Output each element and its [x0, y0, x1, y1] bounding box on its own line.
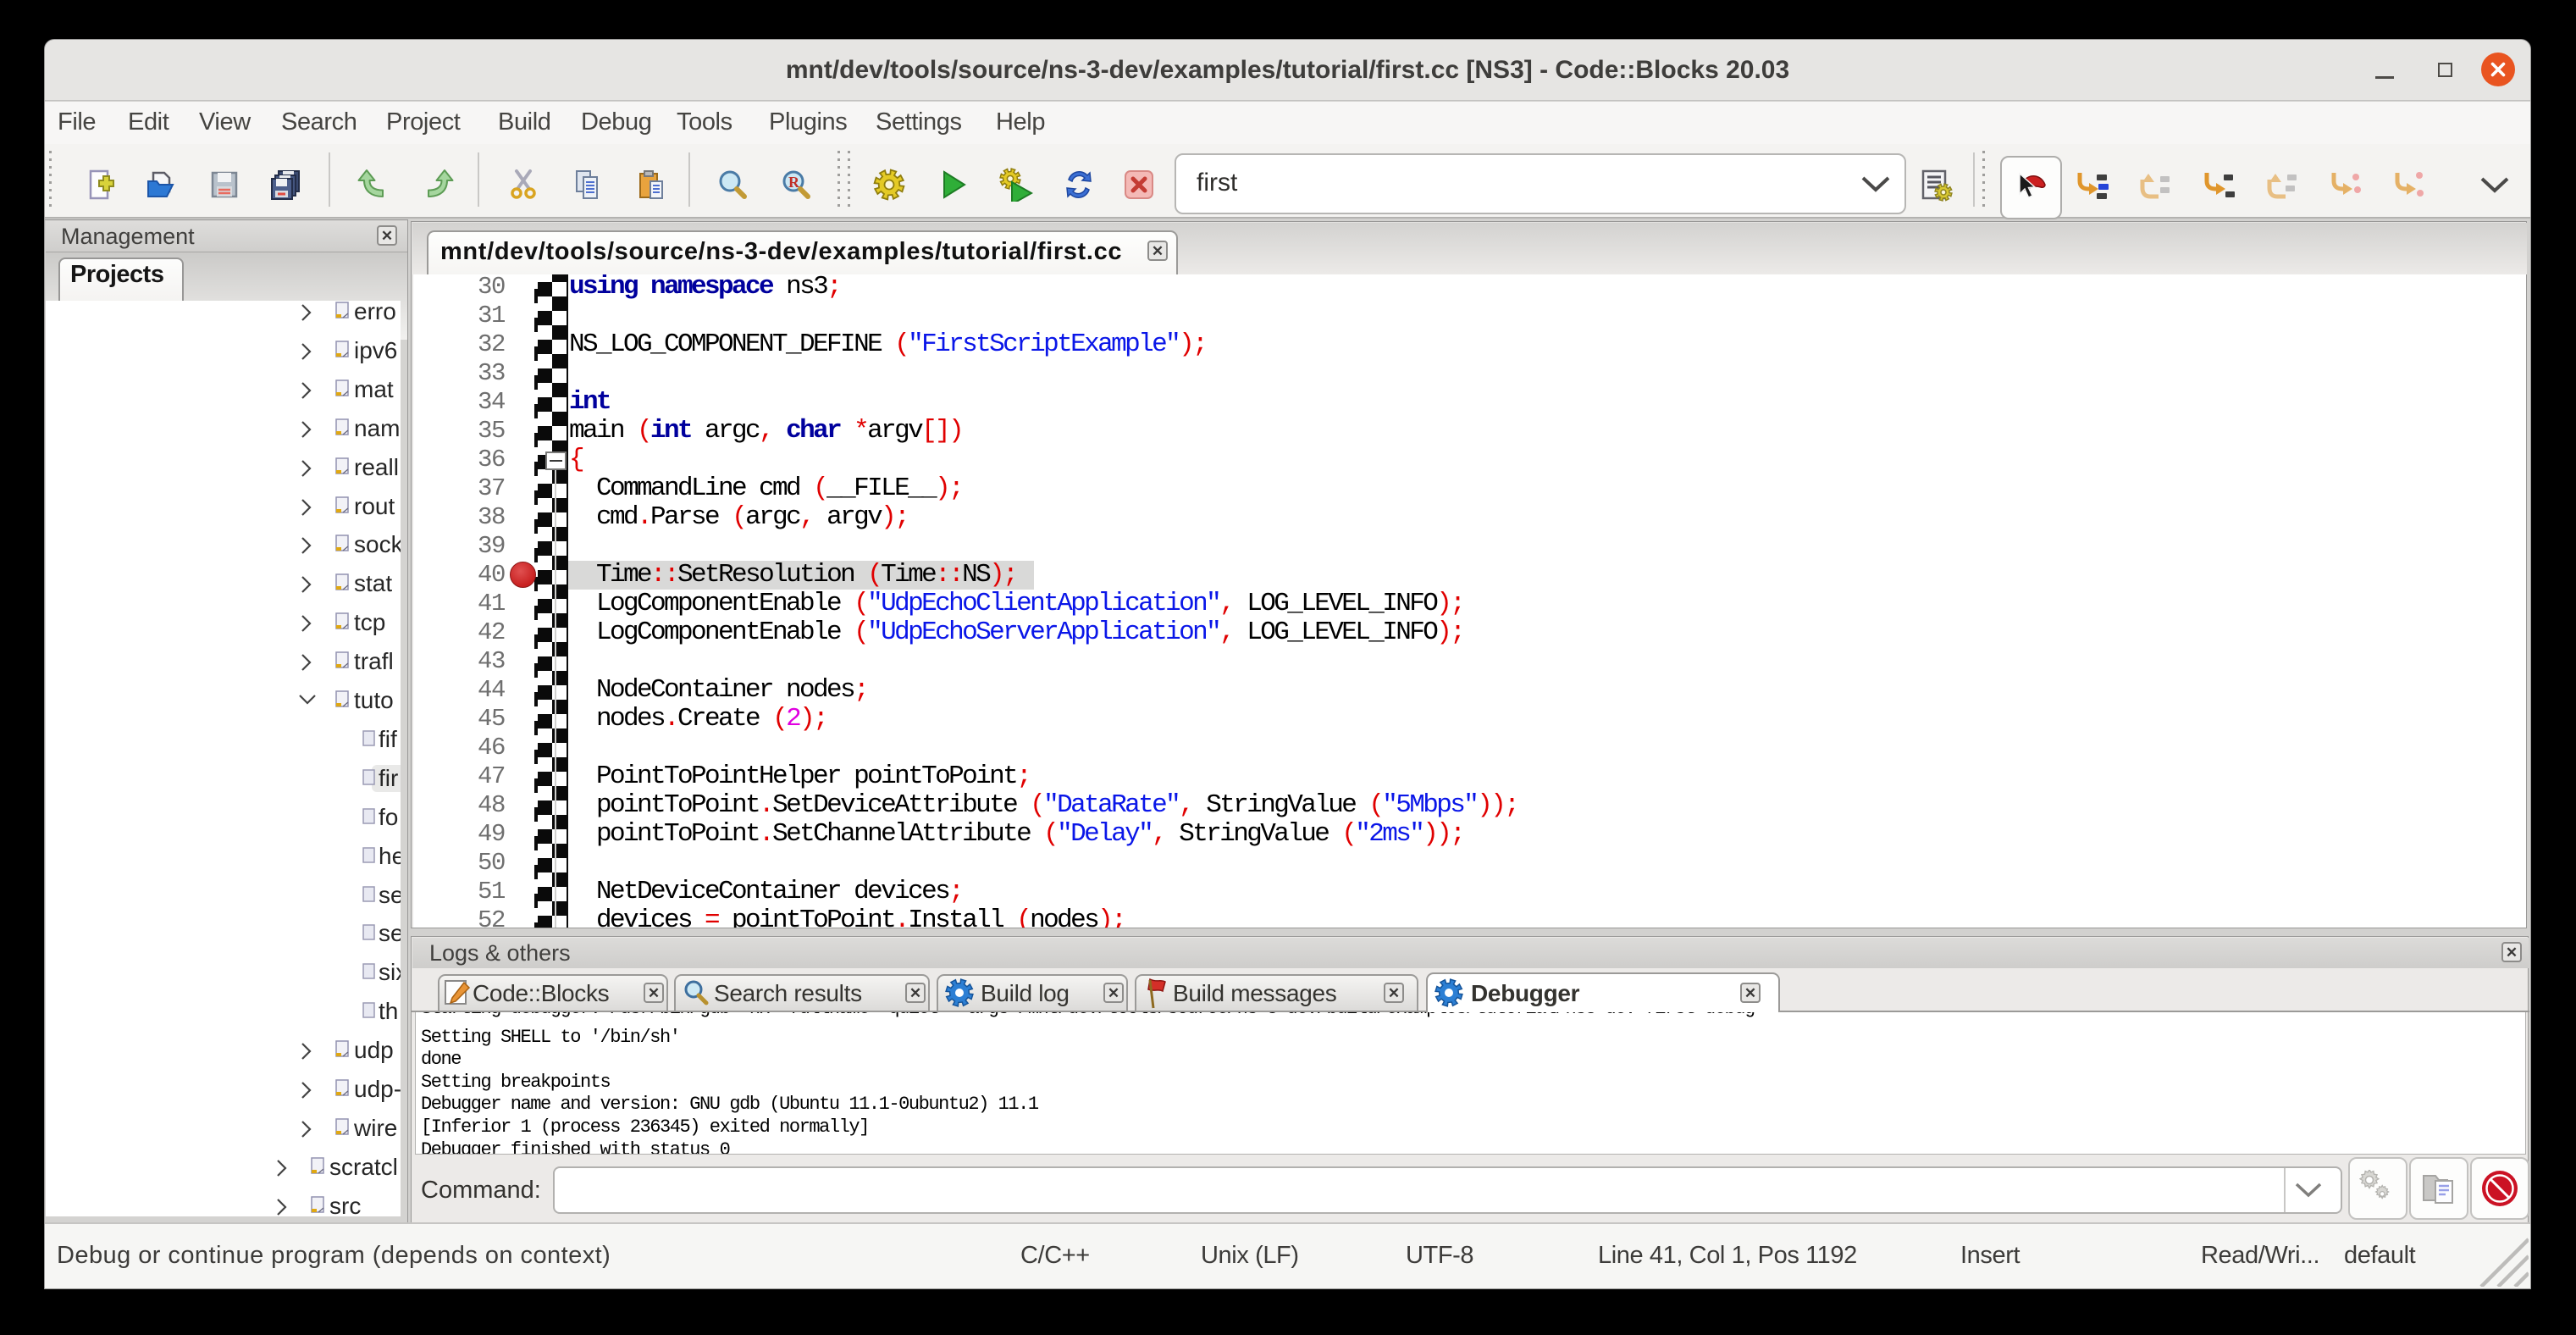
svg-text:R: R: [788, 174, 800, 191]
